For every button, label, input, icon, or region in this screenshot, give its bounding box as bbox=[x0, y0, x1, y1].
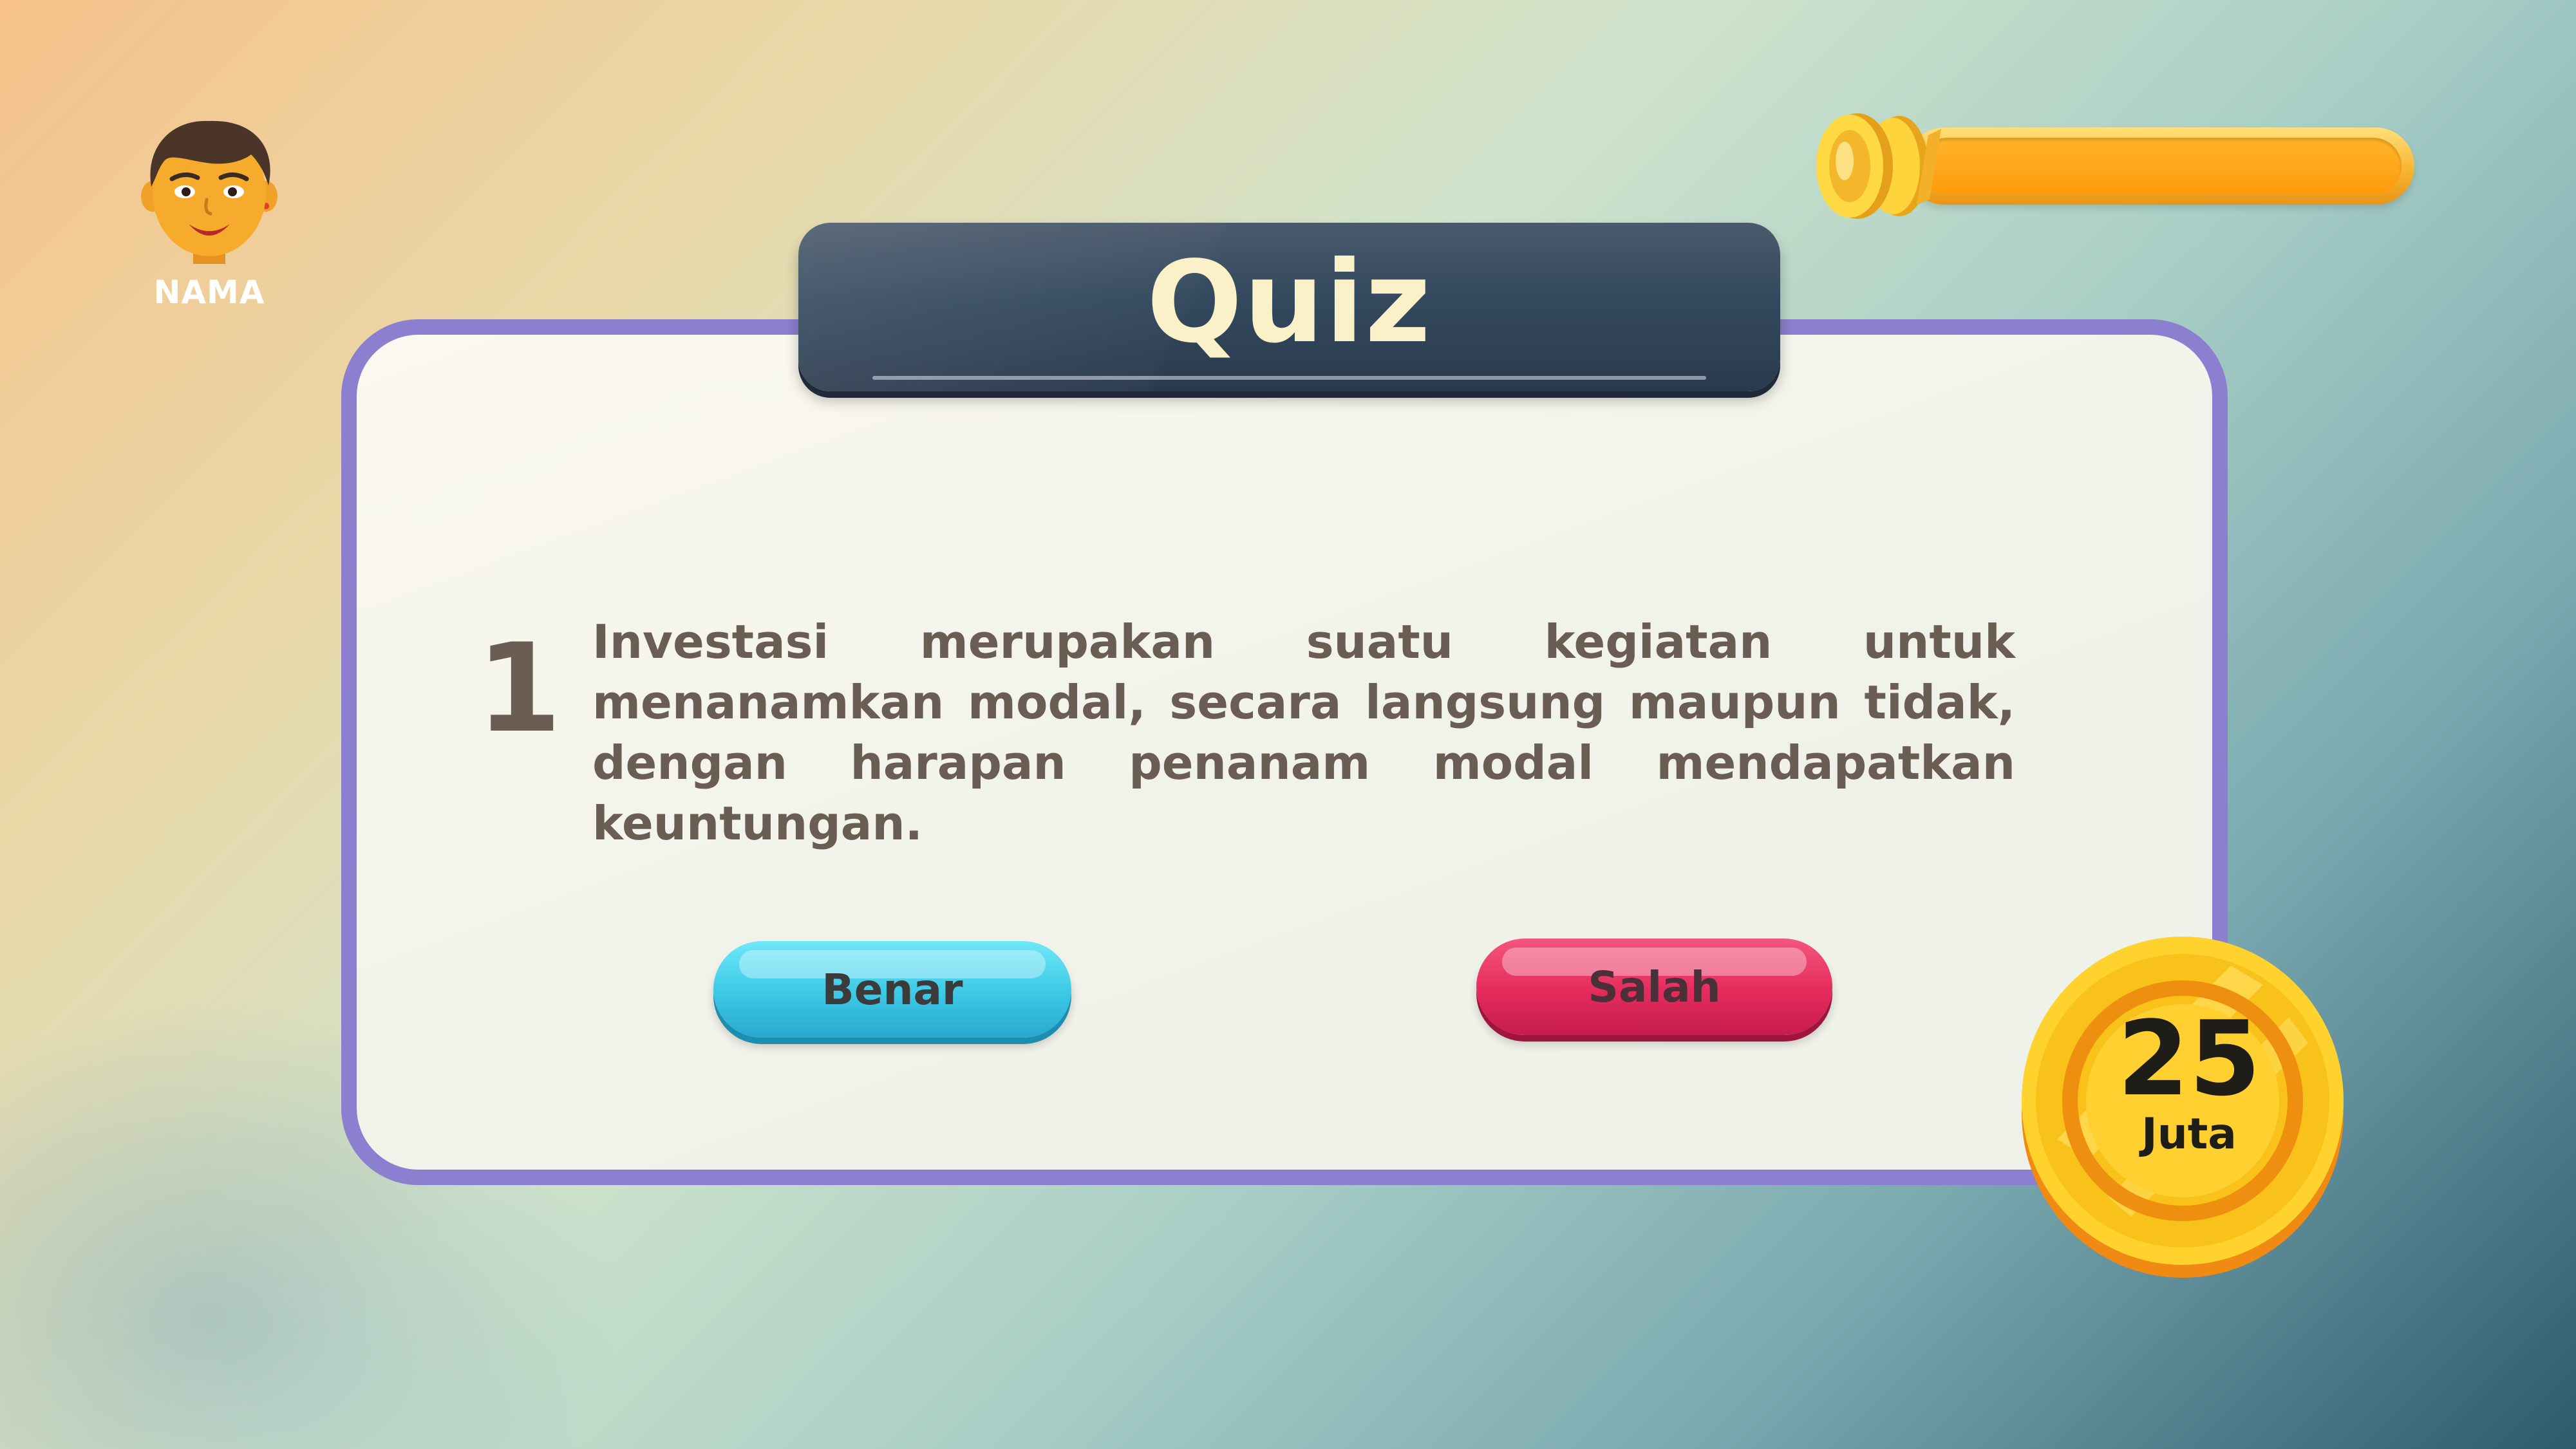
title-banner: Quiz bbox=[798, 223, 1780, 391]
gold-coin-stack-icon bbox=[1816, 113, 1941, 219]
reward-amount: 25 bbox=[2117, 998, 2261, 1119]
false-answer-label: Salah bbox=[1588, 962, 1721, 1012]
boy-avatar-icon bbox=[141, 120, 277, 264]
true-answer-button[interactable]: Benar bbox=[713, 941, 1071, 1038]
progress-track bbox=[1919, 138, 2402, 194]
question-number: 1 bbox=[476, 617, 562, 760]
question-text: Investasi merupakan suatu kegiatan untuk… bbox=[592, 615, 2015, 850]
progress-bar bbox=[1906, 127, 2414, 205]
title-underline bbox=[872, 376, 1706, 380]
quiz-title: Quiz bbox=[1146, 238, 1433, 368]
player-name: NAMA bbox=[153, 274, 265, 311]
false-answer-button[interactable]: Salah bbox=[1476, 939, 1832, 1035]
true-answer-label: Benar bbox=[822, 964, 963, 1014]
reward-unit: Juta bbox=[2141, 1109, 2237, 1159]
